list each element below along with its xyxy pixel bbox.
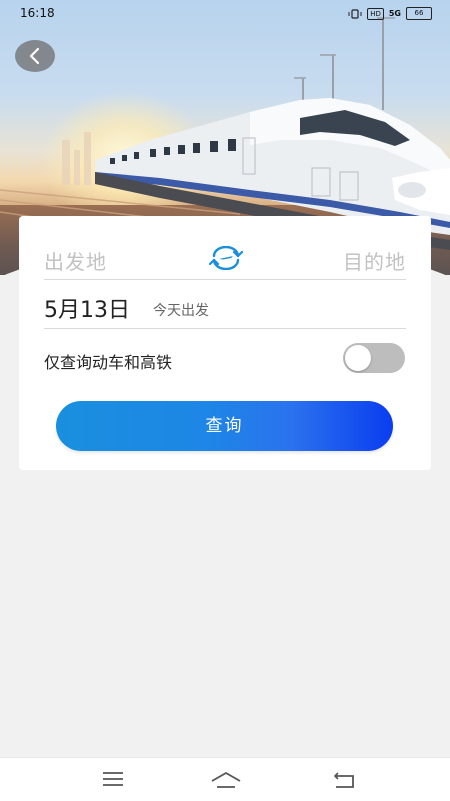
vibrate-icon — [348, 8, 362, 19]
toggle-knob — [345, 345, 371, 371]
menu-icon[interactable] — [102, 771, 124, 787]
divider — [44, 279, 406, 280]
status-bar: 16:18 HD 5G 66 — [0, 0, 450, 28]
home-icon[interactable] — [211, 771, 241, 789]
from-station-field[interactable]: 出发地 — [44, 246, 107, 275]
status-time: 16:18 — [20, 6, 55, 20]
divider — [44, 328, 406, 329]
high-speed-only-toggle[interactable] — [343, 343, 405, 373]
departure-date[interactable]: 5月13日 — [44, 292, 130, 324]
status-icons: HD 5G 66 — [348, 7, 432, 20]
battery-icon: 66 — [406, 7, 432, 20]
system-nav-bar — [0, 757, 450, 801]
swap-stations-icon[interactable] — [209, 246, 243, 270]
to-station-field[interactable]: 目的地 — [343, 246, 406, 275]
departure-date-note: 今天出发 — [153, 303, 209, 319]
high-speed-only-label: 仅查询动车和高铁 — [44, 353, 173, 372]
back-button[interactable] — [15, 40, 55, 72]
signal-icon: 5G — [388, 8, 401, 18]
search-card: 出发地 目的地 5月13日 今天出发 仅查询动车和高铁 查询 — [19, 216, 431, 470]
chevron-left-icon — [29, 47, 40, 65]
search-button[interactable]: 查询 — [56, 401, 393, 451]
hd-icon: HD — [367, 7, 384, 20]
back-icon[interactable] — [333, 771, 355, 789]
battery-level: 66 — [414, 9, 424, 17]
